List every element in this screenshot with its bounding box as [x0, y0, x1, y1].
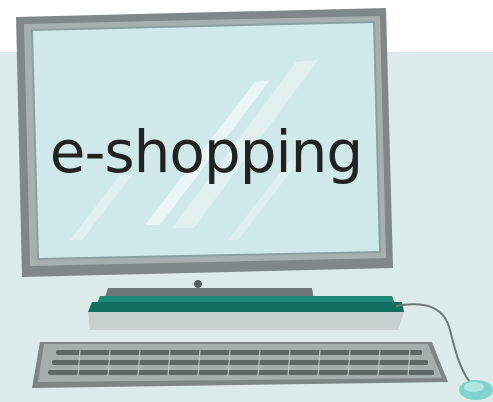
keyboard-icon	[32, 342, 448, 388]
illustration-canvas: e-shopping	[0, 0, 493, 402]
mouse-icon	[459, 380, 493, 400]
computer-illustration	[16, 8, 493, 400]
screen-title: e-shopping	[49, 118, 363, 186]
monitor-base	[88, 288, 404, 330]
